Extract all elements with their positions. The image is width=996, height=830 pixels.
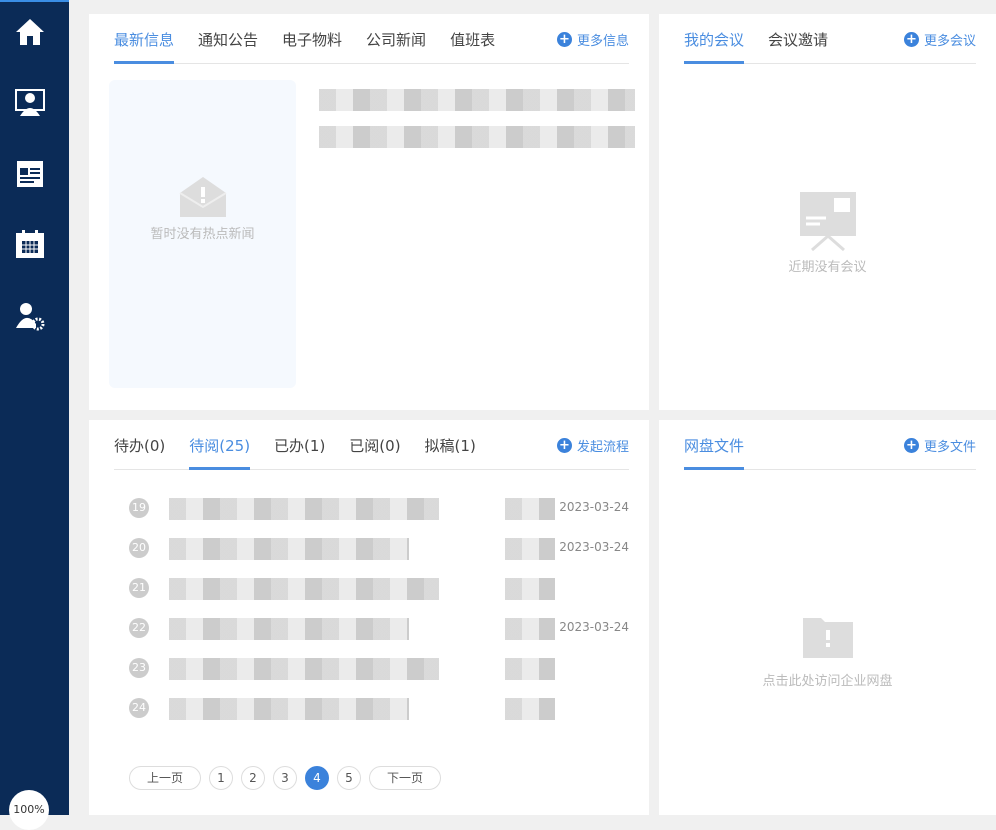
row-date: 2023-03-24: [559, 500, 629, 514]
row-sender-blurred: [505, 538, 555, 560]
row-date: 2023-03-24: [559, 620, 629, 634]
hot-news-box: 暂时没有热点新闻: [109, 80, 296, 388]
tab-latest[interactable]: 最新信息: [114, 30, 175, 64]
row-title-blurred: [169, 618, 409, 640]
workflow-panel: 待办(0) 待阅(25) 已办(1) 已阅(0) 拟稿(1) + 发起流程 19 …: [89, 420, 649, 815]
row-title-blurred: [169, 538, 409, 560]
flow-row[interactable]: 21: [129, 574, 629, 604]
row-title-blurred: [169, 578, 439, 600]
page-3[interactable]: 3: [273, 766, 297, 790]
row-sender-blurred: [505, 578, 555, 600]
empty-news-text: 暂时没有热点新闻: [150, 227, 255, 242]
more-meetings-button[interactable]: + 更多会议: [903, 30, 976, 49]
page-4[interactable]: 4: [305, 766, 329, 790]
folder-icon: [802, 618, 853, 658]
flow-row[interactable]: 20 2023-03-24: [129, 534, 629, 564]
row-number: 24: [129, 698, 149, 718]
news-panel: 最新信息 通知公告 电子物料 公司新闻 值班表 + 更多信息 暂时没有热点新闻: [89, 14, 649, 410]
plus-icon: +: [903, 32, 919, 47]
tab-read[interactable]: 已阅(0): [349, 436, 400, 470]
news-tabs: 最新信息 通知公告 电子物料 公司新闻 值班表 + 更多信息: [114, 30, 629, 64]
zoom-level[interactable]: 100%: [9, 790, 49, 830]
flow-row[interactable]: 22 2023-03-24: [129, 614, 629, 644]
row-date: 2023-03-24: [559, 540, 629, 554]
pagination: 上一页 1 2 3 4 5 下一页: [129, 766, 441, 790]
tab-meeting-invites[interactable]: 会议邀请: [768, 30, 828, 64]
prev-page-button[interactable]: 上一页: [129, 766, 201, 790]
news-item-blurred[interactable]: [319, 89, 635, 111]
presentation-board-icon: [799, 192, 856, 252]
meeting-panel: 我的会议 会议邀请 + 更多会议 近期没有会议: [659, 14, 996, 410]
calendar-icon[interactable]: [14, 228, 46, 260]
page-2[interactable]: 2: [241, 766, 265, 790]
flow-row[interactable]: 23: [129, 654, 629, 684]
flow-row[interactable]: 19 2023-03-24: [129, 494, 629, 524]
start-flow-button[interactable]: + 发起流程: [556, 436, 629, 455]
row-number: 19: [129, 498, 149, 518]
row-sender-blurred: [505, 498, 555, 520]
tab-done[interactable]: 已办(1): [274, 436, 325, 470]
tab-my-meetings[interactable]: 我的会议: [684, 30, 745, 64]
user-settings-icon[interactable]: [14, 300, 46, 332]
row-number: 21: [129, 578, 149, 598]
tab-materials[interactable]: 电子物料: [282, 30, 342, 64]
row-sender-blurred: [505, 658, 555, 680]
row-number: 23: [129, 658, 149, 678]
row-title-blurred: [169, 658, 439, 680]
tab-disk-files[interactable]: 网盘文件: [684, 436, 745, 470]
plus-icon: +: [556, 438, 572, 453]
page-1[interactable]: 1: [209, 766, 233, 790]
tab-draft[interactable]: 拟稿(1): [425, 436, 476, 470]
tab-todo[interactable]: 待办(0): [114, 436, 165, 470]
news-item-blurred[interactable]: [319, 126, 635, 148]
disk-panel: 网盘文件 + 更多文件 点击此处访问企业网盘: [659, 420, 996, 815]
row-title-blurred: [169, 698, 409, 720]
mail-alert-icon: [178, 177, 227, 217]
tab-duty[interactable]: 值班表: [450, 30, 495, 64]
flow-row[interactable]: 24: [129, 694, 629, 724]
tab-notice[interactable]: 通知公告: [198, 30, 258, 64]
more-files-button[interactable]: + 更多文件: [903, 436, 976, 455]
row-sender-blurred: [505, 618, 555, 640]
open-disk-link[interactable]: 点击此处访问企业网盘: [659, 614, 996, 689]
next-page-button[interactable]: 下一页: [369, 766, 441, 790]
row-sender-blurred: [505, 698, 555, 720]
row-number: 22: [129, 618, 149, 638]
page-5[interactable]: 5: [337, 766, 361, 790]
meeting-user-icon[interactable]: [14, 86, 46, 118]
news-icon[interactable]: [14, 158, 46, 190]
tab-to-read[interactable]: 待阅(25): [189, 436, 251, 470]
sidebar: 100%: [0, 0, 69, 830]
tab-company-news[interactable]: 公司新闻: [366, 30, 426, 64]
empty-meeting-text: 近期没有会议: [788, 260, 867, 275]
row-number: 20: [129, 538, 149, 558]
plus-icon: +: [903, 438, 919, 453]
home-icon[interactable]: [14, 16, 46, 48]
row-title-blurred: [169, 498, 439, 520]
plus-icon: +: [556, 32, 572, 47]
more-news-button[interactable]: + 更多信息: [556, 30, 629, 49]
